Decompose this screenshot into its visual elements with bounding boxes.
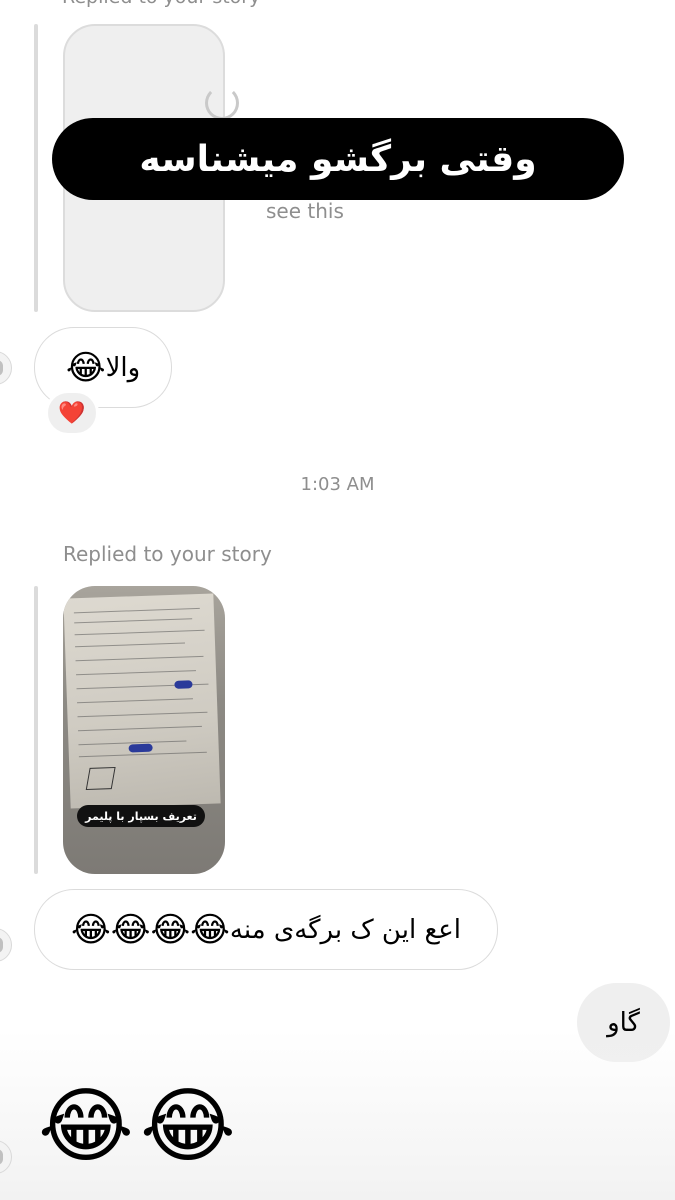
timestamp: 1:03 AM	[300, 474, 375, 495]
story-thumbnail-2[interactable]: تعریف بسپار با پلیمر	[63, 586, 225, 874]
heart-reaction-icon[interactable]: ❤️	[45, 390, 99, 436]
avatar[interactable]	[0, 928, 12, 962]
loading-spinner-icon	[205, 86, 239, 120]
overlay-text-banner: وقتی برگشو میشناسه	[52, 118, 624, 200]
reply-indicator-bar	[34, 24, 38, 312]
laughing-emoji-icon[interactable]: 😂	[140, 1086, 236, 1168]
laughing-emoji-icon: 😂😂😂😂	[70, 909, 230, 950]
story-caption-2: تعریف بسپار با پلیمر	[77, 805, 205, 827]
message-text: والا	[105, 352, 141, 383]
laughing-emoji-icon: 😂	[65, 347, 106, 388]
laughing-emoji-icon[interactable]: 😂	[38, 1086, 134, 1168]
message-bubble-incoming[interactable]: اعع این ک برگه‌ی منه 😂😂😂😂	[34, 889, 498, 970]
exam-paper-image	[63, 593, 221, 809]
top-replied-label: Replied to your story	[62, 0, 260, 8]
replied-to-story-label: Replied to your story	[63, 542, 272, 566]
reply-indicator-bar	[34, 586, 38, 874]
avatar[interactable]	[0, 351, 12, 385]
story-caption-1: see this	[266, 199, 344, 223]
message-text: اعع این ک برگه‌ی منه	[229, 914, 462, 945]
